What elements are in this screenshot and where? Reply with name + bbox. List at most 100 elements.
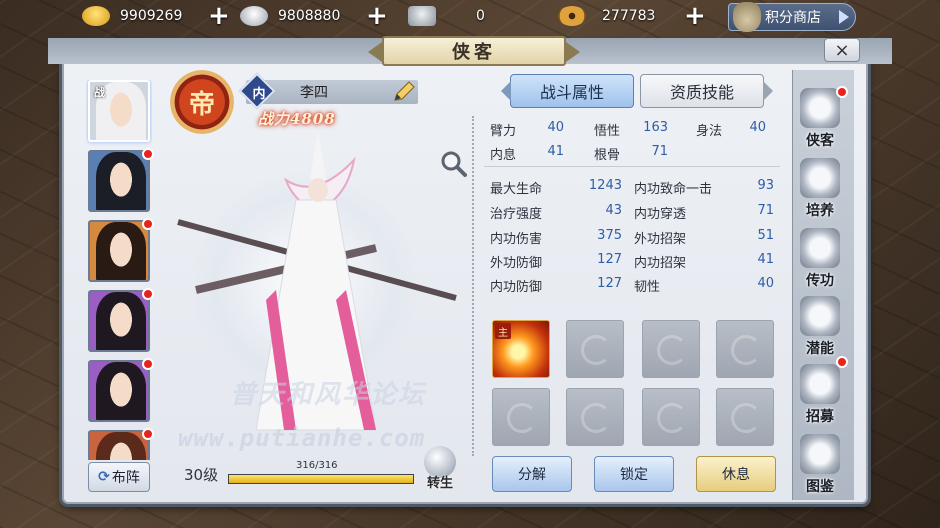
empty-slot-icon xyxy=(657,335,687,365)
silver-resource: 9808880 + xyxy=(240,3,388,29)
scroll-icon xyxy=(800,158,840,198)
coin-value: 277783 xyxy=(602,8,656,24)
empty-slot-icon xyxy=(731,335,761,365)
decompose-button[interactable]: 分解 xyxy=(492,456,572,492)
pencil-icon[interactable] xyxy=(392,80,416,104)
face xyxy=(104,372,138,416)
exp-text: 316/316 xyxy=(296,460,338,471)
lineup-button[interactable]: ⟳ 布阵 xyxy=(88,462,150,492)
sidebar-label: 图鉴 xyxy=(806,479,834,495)
tab-combat-attributes[interactable]: 战斗属性 xyxy=(501,74,634,108)
divider xyxy=(472,116,476,456)
tab-talent-skills[interactable]: 资质技能 xyxy=(640,74,773,108)
right-sidebar: 侠客 培养 传功 潜能 招募 图鉴 xyxy=(788,80,852,500)
hero-list: 战 xyxy=(86,80,152,460)
money-bag-icon xyxy=(733,2,761,32)
face xyxy=(104,232,138,276)
hero-portrait-4[interactable] xyxy=(88,290,150,352)
notification-dot xyxy=(142,288,154,300)
skill-slot-empty[interactable] xyxy=(716,320,774,378)
skill-slot-empty[interactable] xyxy=(642,388,700,446)
notification-dot xyxy=(142,428,154,440)
hero-icon xyxy=(800,88,840,128)
hero-portrait-5[interactable] xyxy=(88,360,150,422)
book-icon xyxy=(800,434,840,474)
points-shop-button[interactable]: 积分商店 xyxy=(728,2,856,32)
lock-button[interactable]: 锁定 xyxy=(594,456,674,492)
hero-level: 30级 xyxy=(184,466,219,484)
skill-slot-empty[interactable] xyxy=(566,320,624,378)
stat-max-hp: 最大生命 1243 xyxy=(490,178,622,197)
stat-breath: 内息 41 xyxy=(490,144,564,163)
stat-inner-crit: 内功致命一击 93 xyxy=(634,178,774,197)
tab-label: 资质技能 xyxy=(669,83,734,102)
sidebar-item-transfer[interactable]: 传功 xyxy=(788,226,852,290)
sidebar-item-potential[interactable]: 潜能 xyxy=(788,294,852,358)
transfer-icon xyxy=(800,228,840,268)
skill-slot-empty[interactable] xyxy=(716,388,774,446)
lineup-label: 布阵 xyxy=(111,470,140,486)
watermark-url: www.putianhe.com xyxy=(178,424,426,452)
exp-fill xyxy=(229,475,413,483)
hero-portrait-1[interactable]: 战 xyxy=(88,80,150,142)
tall-hat xyxy=(310,130,326,180)
empty-slot-icon xyxy=(581,403,611,433)
add-coin-button[interactable]: + xyxy=(684,3,706,29)
notification-dot xyxy=(142,358,154,370)
face xyxy=(104,92,138,136)
empty-slot-icon xyxy=(657,403,687,433)
rebirth-button[interactable]: 转生 xyxy=(420,446,460,491)
separator xyxy=(484,166,780,167)
sidebar-item-codex[interactable]: 图鉴 xyxy=(788,432,852,496)
empty-slot-icon xyxy=(507,403,537,433)
arrow-right-icon xyxy=(839,10,849,24)
hero-portrait-3[interactable] xyxy=(88,220,150,282)
hero-name: 李四 xyxy=(300,85,328,101)
sidebar-label: 传功 xyxy=(806,273,834,289)
stat-inner-defense: 内功防御 127 xyxy=(490,276,622,295)
notification-dot xyxy=(142,218,154,230)
sidebar-item-recruit[interactable]: 招募 xyxy=(788,362,852,426)
skill-slot-empty[interactable] xyxy=(642,320,700,378)
head xyxy=(308,178,328,202)
notification-dot xyxy=(836,86,848,98)
close-button[interactable]: × xyxy=(824,38,860,62)
skill-slot-empty[interactable] xyxy=(492,388,550,446)
face xyxy=(104,302,138,346)
silver-ingot-icon xyxy=(240,6,268,26)
silver-value: 9808880 xyxy=(278,8,341,24)
add-silver-button[interactable]: + xyxy=(366,3,388,29)
stat-inner-parry: 内功招架 41 xyxy=(634,252,774,271)
main-skill-tag: 主 xyxy=(495,323,511,339)
magnify-icon[interactable] xyxy=(440,150,468,178)
face xyxy=(104,442,138,460)
hero-portrait-6[interactable] xyxy=(88,430,150,460)
skill-slot-empty[interactable] xyxy=(566,388,624,446)
gold-ingot-icon xyxy=(82,6,110,26)
sidebar-label: 培养 xyxy=(806,203,834,219)
ticket-resource: 0 xyxy=(408,4,486,28)
stat-outer-defense: 外功防御 127 xyxy=(490,252,622,271)
emblem-char: 帝 xyxy=(188,89,215,120)
battle-tag: 战 xyxy=(94,86,105,99)
stat-bone: 根骨 71 xyxy=(594,144,668,163)
shop-label: 积分商店 xyxy=(765,10,821,26)
notification-dot xyxy=(836,356,848,368)
watermark-text: 普天和风华论坛 xyxy=(230,380,427,410)
rest-button[interactable]: 休息 xyxy=(696,456,776,492)
emperor-emblem: 帝 xyxy=(170,70,234,134)
add-gold-button[interactable]: + xyxy=(208,3,230,29)
exp-bar xyxy=(228,474,414,484)
sidebar-item-train[interactable]: 培养 xyxy=(788,156,852,220)
stat-toughness: 韧性 40 xyxy=(634,276,774,295)
copper-coin-icon xyxy=(558,6,586,26)
skill-slot-main[interactable]: 主 xyxy=(492,320,550,378)
gold-value: 9909269 xyxy=(120,8,183,24)
ticket-icon xyxy=(408,6,436,26)
tab-label: 战斗属性 xyxy=(539,83,604,102)
empty-slot-icon xyxy=(731,403,761,433)
hero-portrait-2[interactable] xyxy=(88,150,150,212)
notification-dot xyxy=(142,148,154,160)
stat-outer-parry: 外功招架 51 xyxy=(634,228,774,247)
stat-inner-pierce: 内功穿透 71 xyxy=(634,203,774,222)
